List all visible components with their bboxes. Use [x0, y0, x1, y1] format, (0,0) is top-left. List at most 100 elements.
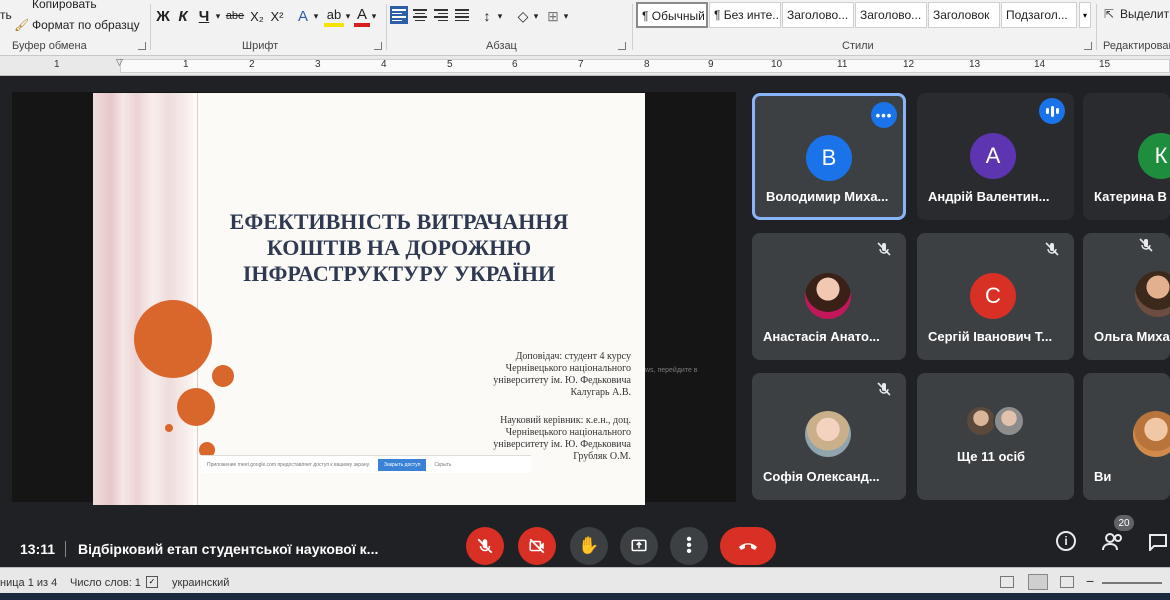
- participant-tile[interactable]: С Сергій Іванович Т...: [917, 233, 1074, 360]
- cut-button[interactable]: ть: [0, 8, 12, 22]
- language-indicator[interactable]: украинский: [172, 577, 229, 589]
- participant-name: Ольга Миха: [1094, 329, 1170, 344]
- avatar: С: [970, 273, 1016, 319]
- leave-call-button[interactable]: [720, 527, 776, 565]
- ruler-tick: 1: [54, 59, 60, 70]
- more-options-button[interactable]: • • •: [670, 527, 708, 565]
- bold-button[interactable]: Ж: [155, 5, 171, 27]
- styles-launcher-icon[interactable]: [1084, 42, 1092, 50]
- line-spacing-dropdown-icon[interactable]: ▾: [496, 5, 504, 27]
- screen-share-notice: Приложение meet.google.com предоставляет…: [201, 455, 531, 473]
- paragraph-group-label: Абзац: [486, 40, 517, 52]
- mic-off-icon: [877, 242, 891, 256]
- indent-marker-icon[interactable]: ▽: [116, 57, 123, 68]
- participant-tile[interactable]: Анастасія Анато...: [752, 233, 906, 360]
- chat-icon[interactable]: [1148, 533, 1168, 551]
- shading-icon[interactable]: ◇: [514, 5, 532, 27]
- ruler-tick: 13: [969, 59, 981, 70]
- subscript-button[interactable]: X₂: [248, 5, 266, 27]
- style-no-spacing[interactable]: ¶ Без инте...: [709, 2, 781, 28]
- style-normal[interactable]: ¶ Обычный: [636, 2, 708, 28]
- raise-hand-button[interactable]: ✋: [570, 527, 608, 565]
- ruler-tick: 11: [837, 59, 848, 70]
- style-heading[interactable]: Заголовок: [928, 2, 1000, 28]
- participant-tile[interactable]: В ••• Володимир Миха...: [752, 93, 906, 220]
- word-count[interactable]: Число слов: 1: [70, 577, 141, 589]
- present-now-button[interactable]: [620, 527, 658, 565]
- participant-tile[interactable]: К Катерина В: [1083, 93, 1170, 220]
- speaker-line: університету ім. Ю. Федьковича: [493, 375, 631, 386]
- align-center-button[interactable]: [411, 6, 429, 24]
- participant-tile[interactable]: Софія Олександ...: [752, 373, 906, 500]
- clipboard-launcher-icon[interactable]: [138, 42, 146, 50]
- line-spacing-icon[interactable]: ↕: [478, 5, 496, 27]
- meeting-info-button[interactable]: i: [1056, 531, 1076, 551]
- presentation-slide: ЕФЕКТИВНІСТЬ ВИТРАЧАННЯ КОШТІВ НА ДОРОЖН…: [93, 93, 645, 505]
- decor-circle: [177, 388, 215, 426]
- copy-button[interactable]: Копировать: [32, 0, 97, 11]
- camera-toggle-button[interactable]: [518, 527, 556, 565]
- ruler-tick: 1: [183, 59, 189, 70]
- borders-dropdown-icon[interactable]: ▾: [562, 5, 570, 27]
- advisor-line: Чернівецького національного: [505, 427, 631, 438]
- underline-button[interactable]: Ч: [196, 5, 212, 27]
- highlight-dropdown-icon[interactable]: ▾: [344, 5, 352, 27]
- styles-more-icon[interactable]: ▾: [1079, 2, 1091, 28]
- font-launcher-icon[interactable]: [374, 42, 382, 50]
- style-heading-1[interactable]: Заголово...: [782, 2, 854, 28]
- participant-tile[interactable]: А Андрій Валентин...: [917, 93, 1074, 220]
- ruler[interactable]: ▽ 1 1 2 3 4 5 6 7 8 9 10 11 12 13 14 15: [0, 56, 1170, 76]
- participant-tile[interactable]: Ви: [1083, 373, 1170, 500]
- slide-divider-line: [197, 93, 198, 505]
- paragraph-launcher-icon[interactable]: [618, 42, 626, 50]
- select-button[interactable]: Выделить: [1120, 7, 1170, 21]
- superscript-button[interactable]: X²: [268, 5, 286, 27]
- highlight-icon[interactable]: ab: [324, 5, 344, 27]
- avatar: [1135, 271, 1170, 317]
- decor-circle: [134, 300, 212, 378]
- text-effects-dropdown-icon[interactable]: ▾: [312, 5, 320, 27]
- font-color-icon[interactable]: A: [354, 5, 370, 27]
- format-painter-button[interactable]: Формат по образцу: [32, 18, 140, 32]
- ruler-tick: 2: [249, 59, 255, 70]
- underline-dropdown-icon[interactable]: ▾: [214, 5, 222, 27]
- proofing-icon[interactable]: ✓: [146, 576, 158, 588]
- shading-dropdown-icon[interactable]: ▾: [532, 5, 540, 27]
- people-icon[interactable]: [1102, 533, 1124, 551]
- participant-tile[interactable]: Ще 11 осіб: [917, 373, 1074, 500]
- meeting-title: Відбірковий етап студентської наукової к…: [78, 541, 379, 557]
- meeting-time: 13:11: [20, 541, 56, 557]
- hang-up-icon: [739, 543, 757, 550]
- text-effects-icon[interactable]: A: [294, 5, 312, 27]
- more-vert-icon: • • •: [686, 531, 692, 560]
- align-right-button[interactable]: [432, 6, 450, 24]
- web-layout-icon[interactable]: [1060, 576, 1074, 588]
- align-left-button[interactable]: [390, 6, 408, 24]
- zoom-out-icon[interactable]: −: [1086, 573, 1094, 589]
- justify-button[interactable]: [453, 6, 471, 24]
- camera-off-icon: [529, 538, 545, 554]
- print-layout-icon[interactable]: [1028, 574, 1048, 590]
- read-mode-icon[interactable]: [1000, 576, 1014, 588]
- zoom-slider[interactable]: [1102, 582, 1162, 584]
- decor-circle: [212, 365, 234, 387]
- clipboard-group-label: Буфер обмена: [12, 40, 87, 52]
- avatar: А: [970, 133, 1016, 179]
- present-icon: [631, 539, 647, 552]
- page-indicator[interactable]: ница 1 из 4: [0, 577, 57, 589]
- avatar: К: [1138, 133, 1170, 179]
- strikethrough-button[interactable]: abe: [224, 5, 246, 27]
- mic-toggle-button[interactable]: [466, 527, 504, 565]
- screen: ть Копировать 🖌 Формат по образцу Буфер …: [0, 0, 1170, 600]
- hide-notice-button[interactable]: Скрыть: [434, 462, 451, 468]
- ruler-tick: 5: [447, 59, 453, 70]
- more-options-icon[interactable]: •••: [871, 102, 897, 128]
- borders-icon[interactable]: ⊞: [544, 5, 562, 27]
- italic-button[interactable]: К: [176, 5, 190, 27]
- style-subtitle[interactable]: Подзагол...: [1001, 2, 1077, 28]
- style-heading-2[interactable]: Заголово...: [855, 2, 927, 28]
- font-color-dropdown-icon[interactable]: ▾: [370, 5, 378, 27]
- font-group-label: Шрифт: [242, 40, 279, 52]
- stop-sharing-button[interactable]: Закрыть доступ: [378, 458, 427, 471]
- participant-tile[interactable]: Ольга Миха: [1083, 233, 1170, 360]
